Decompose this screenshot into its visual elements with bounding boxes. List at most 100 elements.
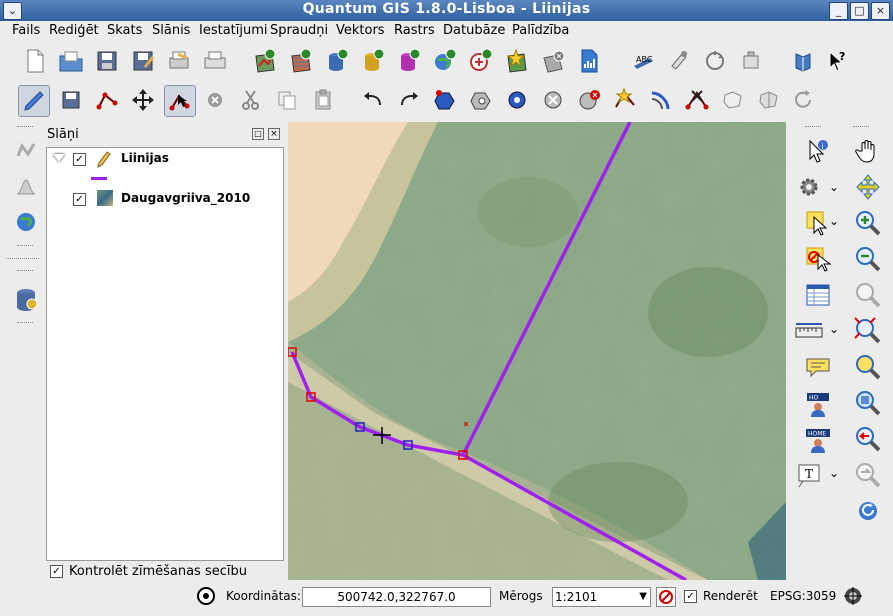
add-spatialite-layer-icon[interactable]: [358, 46, 388, 76]
layer-liinijas-checkbox[interactable]: ✓: [73, 153, 86, 166]
chevron-down-icon[interactable]: ⌄: [829, 180, 839, 194]
layer-daugavgriiva-label[interactable]: Daugavgriiva_2010: [121, 191, 250, 205]
undo-icon[interactable]: [358, 85, 388, 115]
paste-features-icon[interactable]: [308, 85, 338, 115]
menu-rastrs[interactable]: Rastrs: [394, 23, 435, 38]
crs-label[interactable]: EPSG:3059: [770, 589, 836, 603]
render-order-checkbox[interactable]: ✓: [50, 565, 63, 578]
plugin-1-icon[interactable]: [664, 46, 694, 76]
add-mssql-layer-icon[interactable]: [394, 46, 424, 76]
coordinate-field[interactable]: 500742.0,322767.0: [302, 587, 491, 607]
menu-skats[interactable]: Skats: [107, 23, 142, 38]
float-panel-icon[interactable]: □: [252, 128, 264, 140]
collapse-arrow-icon[interactable]: [53, 154, 65, 162]
zoom-in-icon[interactable]: [852, 207, 884, 239]
layer-daugavgriiva-checkbox[interactable]: ✓: [73, 193, 86, 206]
add-raster-layer-icon[interactable]: [286, 46, 316, 76]
add-wfs-layer-icon[interactable]: [466, 46, 496, 76]
map-tips-icon[interactable]: [802, 351, 834, 383]
crs-status-icon[interactable]: [843, 586, 863, 606]
maximize-button[interactable]: □: [850, 2, 869, 20]
scale-combobox[interactable]: 1:2101 ▼: [552, 587, 651, 607]
refresh-icon[interactable]: [852, 495, 884, 527]
zoom-last-icon[interactable]: [852, 423, 884, 455]
menu-palidziba[interactable]: Palīdzība: [512, 23, 569, 38]
map-canvas[interactable]: [288, 122, 786, 580]
zoom-to-selection-icon[interactable]: [852, 351, 884, 383]
menu-slanis[interactable]: Slānis: [152, 23, 190, 38]
node-tool-icon[interactable]: [164, 85, 196, 117]
delete-ring-icon[interactable]: [538, 85, 568, 115]
delete-selected-icon[interactable]: [200, 85, 230, 115]
menu-datubaze[interactable]: Datubāze: [443, 23, 505, 38]
layer-liinijas-label[interactable]: Liinijas: [121, 151, 169, 165]
close-panel-icon[interactable]: ×: [268, 128, 280, 140]
menu-rediget[interactable]: Rediģēt: [49, 23, 99, 38]
reshape-features-icon[interactable]: [610, 85, 640, 115]
digitizing-toolbar: [4, 82, 889, 120]
new-bookmark-icon[interactable]: HO: [802, 387, 834, 419]
add-vector-layer-icon[interactable]: [250, 46, 280, 76]
chevron-down-icon[interactable]: ⌄: [829, 322, 839, 336]
rotate-symbols-icon[interactable]: [788, 85, 818, 115]
add-feature-icon[interactable]: [92, 85, 122, 115]
add-wms-layer-icon[interactable]: [430, 46, 460, 76]
plugin-3-icon[interactable]: [736, 46, 766, 76]
new-project-icon[interactable]: [20, 46, 50, 76]
run-feature-action-icon[interactable]: [793, 171, 825, 203]
move-feature-icon[interactable]: [128, 85, 158, 115]
save-as-icon[interactable]: [128, 46, 158, 76]
save-edits-icon[interactable]: [56, 85, 86, 115]
zoom-full-icon[interactable]: [852, 279, 884, 311]
pan-hand-icon[interactable]: [852, 135, 884, 167]
save-project-icon[interactable]: [92, 46, 122, 76]
fill-ring-icon[interactable]: [502, 85, 532, 115]
menu-spraudni[interactable]: Spraudņi: [270, 23, 328, 38]
spell-check-icon[interactable]: ABC: [628, 46, 658, 76]
attribute-table-icon[interactable]: [802, 279, 834, 311]
chevron-down-icon[interactable]: ⌄: [829, 466, 839, 480]
stop-render-icon[interactable]: [656, 587, 676, 607]
zoom-to-layer-icon[interactable]: [852, 315, 884, 347]
menu-fails[interactable]: Fails: [12, 23, 40, 38]
print-composer-icon[interactable]: [164, 46, 194, 76]
add-postgis-layer-icon[interactable]: [322, 46, 352, 76]
add-ring-icon[interactable]: [430, 85, 460, 115]
menu-iestatijumi[interactable]: Iestatījumi: [199, 23, 268, 38]
merge-attributes-icon[interactable]: [754, 85, 784, 115]
new-gpx-layer-icon[interactable]: [574, 46, 604, 76]
text-annotation-icon[interactable]: T: [793, 459, 825, 491]
help-contents-icon[interactable]: [788, 46, 818, 76]
merge-features-icon[interactable]: [718, 85, 748, 115]
cut-features-icon[interactable]: [236, 85, 266, 115]
coordinate-capture-icon[interactable]: [196, 586, 216, 606]
add-part-icon[interactable]: [466, 85, 496, 115]
identify-features-icon[interactable]: i: [802, 135, 834, 167]
new-shapefile-icon[interactable]: [502, 46, 532, 76]
split-features-icon[interactable]: [682, 85, 712, 115]
whats-this-icon[interactable]: ?: [822, 46, 852, 76]
chevron-down-icon[interactable]: ▼: [639, 588, 647, 606]
deselect-features-icon[interactable]: [802, 243, 834, 275]
measure-line-icon[interactable]: [793, 315, 825, 347]
show-bookmarks-icon[interactable]: HOME: [802, 423, 834, 455]
print-icon[interactable]: [200, 46, 230, 76]
plugin-2-icon[interactable]: [700, 46, 730, 76]
redo-icon[interactable]: [394, 85, 424, 115]
toggle-editing-icon[interactable]: [18, 85, 50, 117]
copy-features-icon[interactable]: [272, 85, 302, 115]
zoom-next-icon[interactable]: [852, 459, 884, 491]
pan-to-selection-icon[interactable]: [852, 171, 884, 203]
remove-layer-icon[interactable]: [538, 46, 568, 76]
chevron-down-icon[interactable]: ⌄: [829, 214, 839, 228]
render-checkbox[interactable]: ✓: [684, 590, 697, 603]
zoom-native-icon[interactable]: [852, 387, 884, 419]
delete-part-icon[interactable]: [574, 85, 604, 115]
open-project-icon[interactable]: [56, 46, 86, 76]
menu-vektors[interactable]: Vektors: [336, 23, 385, 38]
close-button[interactable]: ×: [871, 2, 890, 20]
zoom-out-icon[interactable]: [852, 243, 884, 275]
layer-tree[interactable]: ✓ Liinijas ✓ Daugavgriiva_2010: [46, 147, 284, 561]
minimize-button[interactable]: _: [829, 2, 848, 20]
offset-curve-icon[interactable]: [646, 85, 676, 115]
